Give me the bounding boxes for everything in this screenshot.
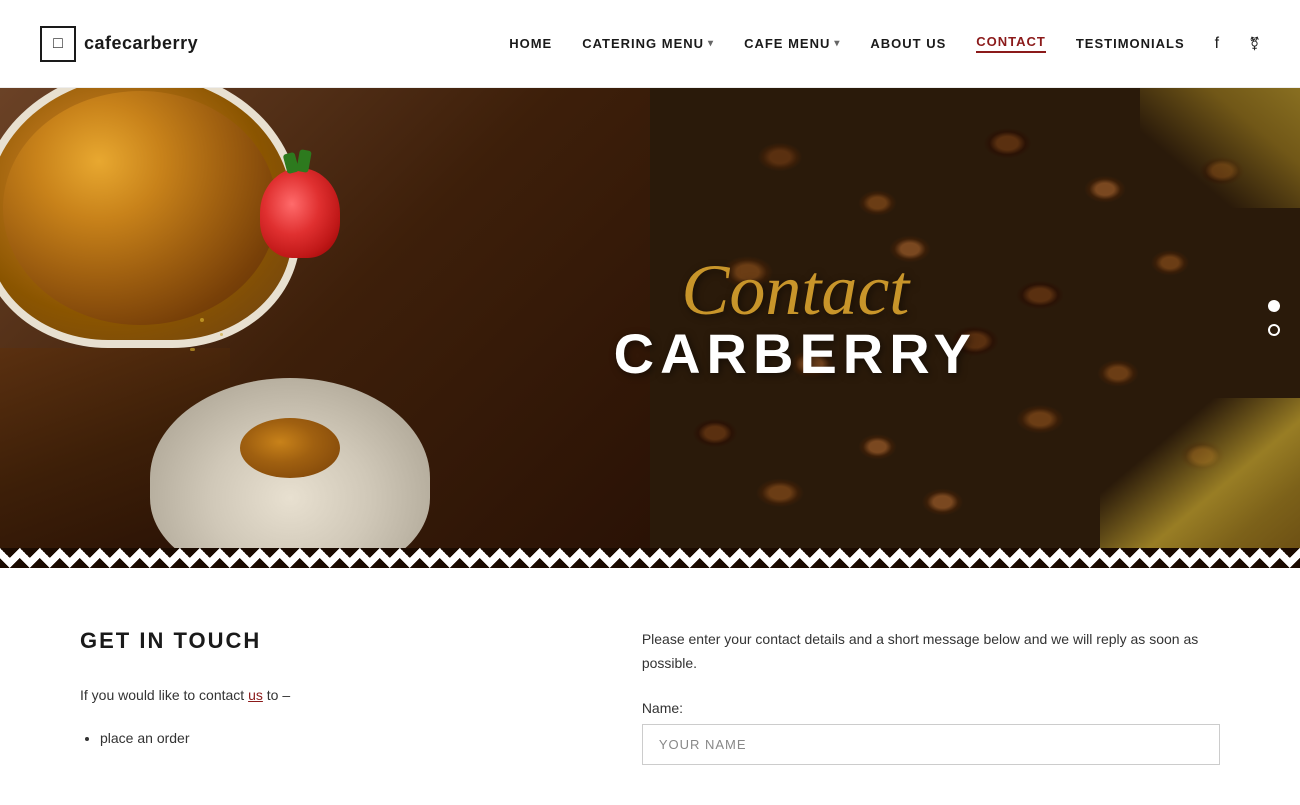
name-input[interactable]	[642, 724, 1220, 765]
right-content: Please enter your contact details and a …	[642, 628, 1220, 765]
form-description: Please enter your contact details and a …	[642, 628, 1220, 676]
nav-contact[interactable]: CONTACT	[976, 34, 1046, 53]
coffee-liquid	[3, 91, 277, 325]
chevron-down-icon: ▾	[834, 38, 840, 49]
nav-home[interactable]: HOME	[509, 36, 552, 51]
contact-link[interactable]: us	[248, 687, 263, 703]
contact-intro: If you would like to contact us to –	[80, 684, 562, 706]
page-frame: □ cafecarberry HOME CATERING MENU ▾ CAFE…	[0, 0, 1300, 805]
hero-bold-text: CARBERRY	[614, 326, 977, 382]
crumb-2	[220, 333, 223, 336]
coffee-cup-top	[0, 88, 300, 348]
nav-testimonials[interactable]: TESTIMONIALS	[1076, 36, 1185, 51]
coffee-cup-bottom-liquid	[240, 418, 340, 478]
hero-text-overlay: Contact CARBERRY	[614, 254, 977, 382]
strawberry-image	[260, 168, 340, 258]
nav-cafe-menu[interactable]: CAFE MENU ▾	[744, 36, 840, 51]
section-title: GET IN TOUCH	[80, 628, 562, 654]
content-section: GET IN TOUCH If you would like to contac…	[0, 568, 1300, 805]
logo[interactable]: □ cafecarberry	[40, 26, 198, 62]
slider-dot-1[interactable]	[1268, 300, 1280, 312]
zigzag-separator	[0, 548, 1300, 568]
bullet-list: place an order	[80, 726, 562, 750]
header: □ cafecarberry HOME CATERING MENU ▾ CAFE…	[0, 0, 1300, 88]
left-content: GET IN TOUCH If you would like to contac…	[80, 628, 562, 765]
list-item: place an order	[100, 726, 562, 750]
slider-dot-2[interactable]	[1268, 324, 1280, 336]
hero-left-panel	[0, 88, 650, 548]
crumb-1	[200, 318, 204, 322]
granola-bottom-right	[1100, 398, 1300, 548]
hero-section: Contact CARBERRY	[0, 88, 1300, 548]
nav-catering-menu[interactable]: CATERING MENU ▾	[582, 36, 714, 51]
hero-script-text: Contact	[614, 254, 977, 326]
facebook-icon[interactable]: f	[1215, 35, 1219, 53]
crumb-3	[190, 348, 195, 351]
logo-text: cafecarberry	[84, 33, 198, 54]
main-nav: HOME CATERING MENU ▾ CAFE MENU ▾ ABOUT U…	[509, 34, 1260, 53]
logo-icon: □	[40, 26, 76, 62]
tripadvisor-icon[interactable]: ⚧	[1249, 36, 1260, 52]
nav-about-us[interactable]: ABOUT US	[870, 36, 946, 51]
chevron-down-icon: ▾	[708, 38, 714, 49]
slider-dots	[1268, 300, 1280, 336]
granola-top-right	[1140, 88, 1300, 208]
name-label: Name:	[642, 700, 1220, 716]
